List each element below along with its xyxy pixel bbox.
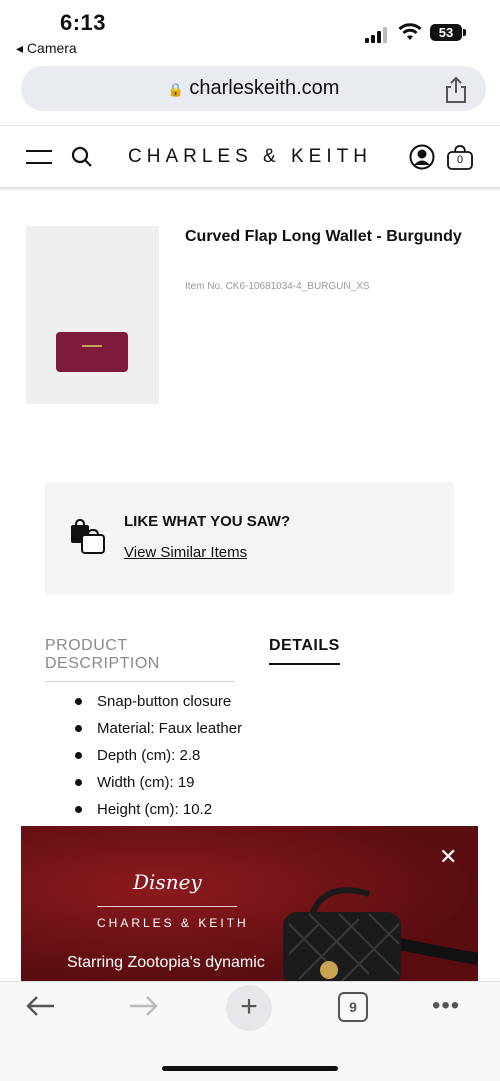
back-to-camera-link[interactable]: ◂ Camera xyxy=(16,40,77,57)
lock-icon: 🔒 xyxy=(167,82,184,97)
product-thumbnail[interactable] xyxy=(26,226,159,404)
disney-logo: Disney xyxy=(133,870,202,894)
list-item: Height (cm): 10.2 xyxy=(75,796,242,823)
wifi-icon xyxy=(398,23,422,40)
browser-toolbar: + 9 ••• xyxy=(0,981,500,1081)
tab-switcher-button[interactable]: 9 xyxy=(338,992,368,1022)
wallet-image xyxy=(56,332,128,372)
similar-items-card: LIKE WHAT YOU SAW? View Similar Items xyxy=(45,482,454,594)
tab-product-description[interactable]: PRODUCT DESCRIPTION xyxy=(45,637,234,682)
item-number: Item No. CK6-10681034-4_BURGUN_XS xyxy=(185,281,370,292)
promo-partner-logo: CHARLES & KEITH xyxy=(97,916,249,930)
promo-divider xyxy=(97,906,237,907)
cellular-signal-icon xyxy=(365,27,387,43)
account-icon[interactable] xyxy=(409,144,435,170)
header-shadow xyxy=(0,187,500,191)
header-top-divider xyxy=(0,125,500,126)
similar-title: LIKE WHAT YOU SAW? xyxy=(124,513,291,530)
url-text: charleskeith.com xyxy=(189,77,340,99)
list-item: Width (cm): 19 xyxy=(75,769,242,796)
shopping-bags-icon xyxy=(71,519,105,554)
new-tab-button[interactable]: + xyxy=(226,985,272,1031)
address-bar[interactable]: 🔒 charleskeith.com xyxy=(21,66,486,111)
list-item: Material: Faux leather xyxy=(75,715,242,742)
status-time: 6:13 xyxy=(60,10,107,35)
battery-icon: 53 xyxy=(430,24,466,41)
cart-count: 0 xyxy=(456,154,464,166)
product-name: Curved Flap Long Wallet - Burgundy xyxy=(185,228,462,245)
tab-details[interactable]: DETAILS xyxy=(269,637,340,665)
home-indicator xyxy=(162,1066,338,1071)
details-list: Snap-button closure Material: Faux leath… xyxy=(75,688,242,823)
more-icon[interactable]: ••• xyxy=(432,992,460,1020)
list-item: Snap-button closure xyxy=(75,688,242,715)
list-item: Depth (cm): 2.8 xyxy=(75,742,242,769)
cart-button[interactable]: 0 xyxy=(446,143,474,171)
view-similar-link[interactable]: View Similar Items xyxy=(124,544,247,561)
forward-arrow-icon[interactable] xyxy=(128,994,160,1018)
share-icon[interactable] xyxy=(444,76,468,104)
close-icon[interactable]: ✕ xyxy=(439,844,457,870)
disney-promo-banner[interactable]: ✕ Disney CHARLES & KEITH Starring Zootop… xyxy=(21,826,478,981)
back-arrow-icon[interactable] xyxy=(24,994,56,1018)
promo-tagline: Starring Zootopia's dynamic xyxy=(67,954,265,971)
